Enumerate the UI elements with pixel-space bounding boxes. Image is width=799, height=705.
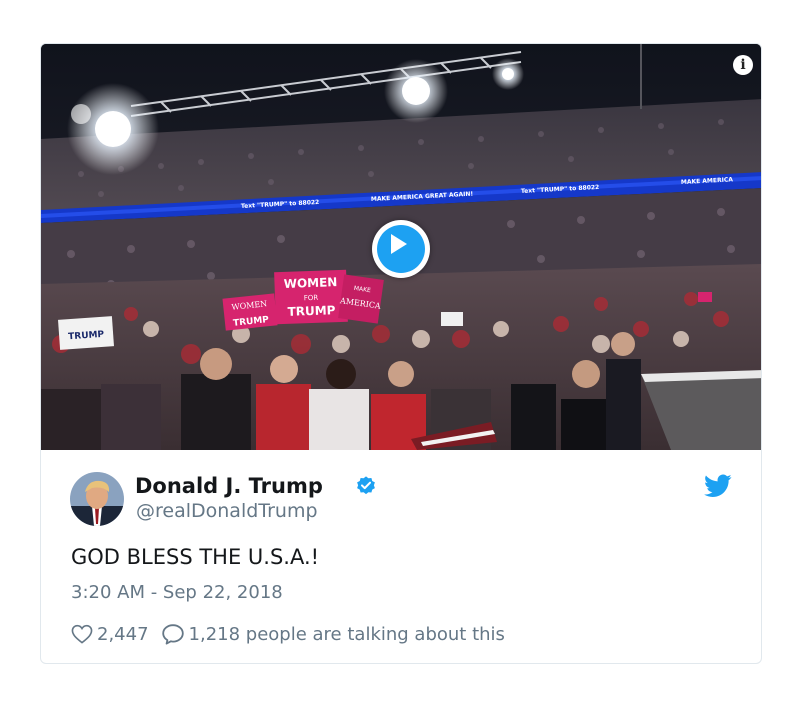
svg-text:FOR: FOR	[304, 294, 319, 303]
talking-count: 1,218 people are talking about this	[188, 623, 505, 645]
embedded-tweet-card: Text "TRUMP" to 88022 MAKE AMERICA GREAT…	[40, 43, 762, 664]
avatar[interactable]	[70, 472, 124, 526]
info-icon[interactable]: i	[733, 55, 753, 75]
tweet-text: GOD BLESS THE U.S.A.!	[71, 545, 320, 569]
sign-women-for-trump-small: WOMEN TRUMP	[222, 293, 278, 331]
play-icon	[391, 234, 407, 254]
tweet-timestamp[interactable]: 3:20 AM - Sep 22, 2018	[71, 582, 283, 603]
speech-bubble-icon	[161, 624, 184, 645]
svg-text:TRUMP: TRUMP	[287, 303, 336, 319]
sign-make-america: MAKE AMERICA	[338, 274, 384, 324]
svg-text:WOMEN: WOMEN	[283, 275, 337, 291]
profile-picture	[70, 472, 124, 526]
author-handle[interactable]: @realDonaldTrump	[136, 500, 318, 522]
like-count: 2,447	[97, 623, 149, 645]
heart-icon	[71, 624, 93, 644]
author-name[interactable]: Donald J. Trump	[135, 474, 323, 498]
like-action[interactable]: 2,447	[71, 624, 149, 645]
sign-women-for-trump: WOMEN FOR TRUMP	[274, 269, 348, 325]
sign-trump-white: TRUMP	[58, 316, 114, 350]
video-thumbnail[interactable]: Text "TRUMP" to 88022 MAKE AMERICA GREAT…	[41, 44, 761, 450]
conversation-action[interactable]: 1,218 people are talking about this	[161, 623, 505, 645]
tweet-stats: 2,447 1,218 people are talking about thi…	[71, 622, 505, 646]
twitter-bird-icon[interactable]	[704, 474, 732, 498]
play-button[interactable]	[372, 220, 430, 278]
verified-badge-icon	[357, 476, 375, 495]
